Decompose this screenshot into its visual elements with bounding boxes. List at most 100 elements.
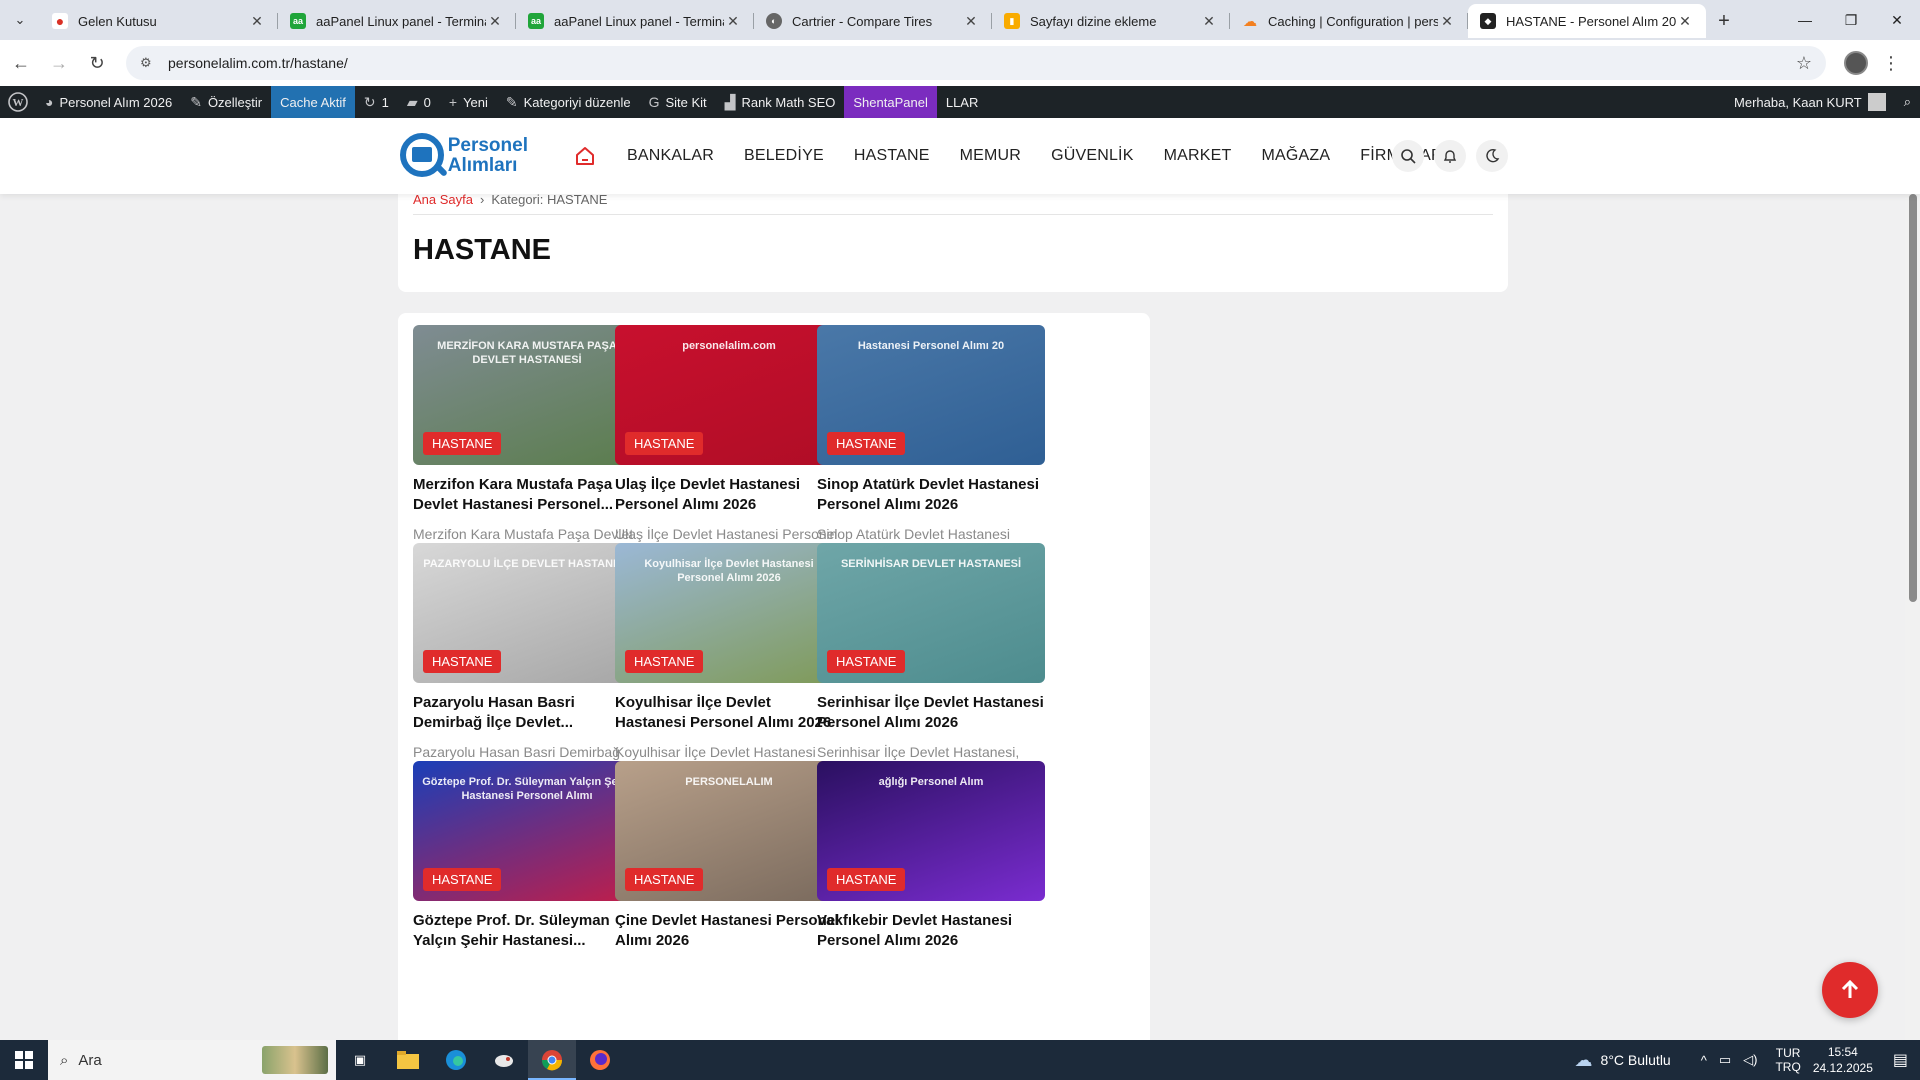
- url-text[interactable]: personelalim.com.tr/hastane/: [168, 55, 1796, 71]
- back-arrow-icon[interactable]: ←: [4, 46, 38, 80]
- browser-tab[interactable]: ● Gelen Kutusu ✕: [40, 4, 278, 38]
- scroll-to-top-button[interactable]: [1822, 962, 1878, 1018]
- post-thumbnail[interactable]: ağlığı Personel Alım HASTANE: [817, 761, 1045, 901]
- post-card[interactable]: Göztepe Prof. Dr. Süleyman Yalçın Şehir …: [413, 761, 641, 951]
- post-thumbnail[interactable]: Hastanesi Personel Alımı 20 HASTANE: [817, 325, 1045, 465]
- post-card[interactable]: Hastanesi Personel Alımı 20 HASTANE Sinop …: [817, 325, 1045, 563]
- site-logo[interactable]: Personel Alımları: [398, 130, 528, 182]
- browser-tab[interactable]: ☁ Caching | Configuration | perso ✕: [1230, 4, 1468, 38]
- notification-center-icon[interactable]: ▤: [1893, 1050, 1908, 1070]
- tab-close-icon[interactable]: ✕: [1438, 13, 1456, 30]
- category-badge[interactable]: HASTANE: [625, 868, 704, 891]
- adminbar-new[interactable]: + Yeni: [440, 86, 497, 118]
- post-thumbnail[interactable]: Koyulhisar İlçe Devlet Hastanesi Persone…: [615, 543, 843, 683]
- tab-search-chevron-icon[interactable]: ⌄: [0, 0, 40, 40]
- nav-item-guvenlik[interactable]: GÜVENLİK: [1036, 147, 1149, 165]
- post-card[interactable]: PAZARYOLU İLÇE DEVLET HASTANESİ HASTANE Pa…: [413, 543, 641, 781]
- page-scrollbar[interactable]: [1905, 194, 1920, 1040]
- post-thumbnail[interactable]: SERİNHİSAR DEVLET HASTANESİ HASTANE: [817, 543, 1045, 683]
- post-thumbnail[interactable]: MERZİFON KARA MUSTAFA PAŞA DEVLET HASTAN…: [413, 325, 641, 465]
- adminbar-edit-category[interactable]: ✎ Kategoriyi düzenle: [497, 86, 640, 118]
- category-badge[interactable]: HASTANE: [827, 650, 906, 673]
- forward-arrow-icon[interactable]: →: [42, 46, 76, 80]
- post-thumbnail[interactable]: PAZARYOLU İLÇE DEVLET HASTANESİ HASTANE: [413, 543, 641, 683]
- post-title[interactable]: Serinhisar İlçe Devlet Hastanesi Persone…: [817, 693, 1045, 733]
- nav-item-belediye[interactable]: BELEDİYE: [729, 147, 839, 165]
- post-title[interactable]: Göztepe Prof. Dr. Süleyman Yalçın Şehir …: [413, 911, 641, 951]
- taskbar-clock[interactable]: 15:54 24.12.2025: [1813, 1044, 1873, 1076]
- omnibox[interactable]: ⚙ personelalim.com.tr/hastane/ ☆: [126, 46, 1826, 80]
- browser-tab[interactable]: aa aaPanel Linux panel - Terminal ✕: [278, 4, 516, 38]
- category-badge[interactable]: HASTANE: [827, 868, 906, 891]
- post-thumbnail[interactable]: personelalim.com HASTANE: [615, 325, 843, 465]
- adminbar-cache-status[interactable]: Cache Aktif: [271, 86, 355, 118]
- post-card[interactable]: ağlığı Personel Alım HASTANE Vakfıkebir De…: [817, 761, 1045, 951]
- tab-close-icon[interactable]: ✕: [1200, 13, 1218, 30]
- browser-tab-active[interactable]: ◆ HASTANE - Personel Alım 2026 ✕: [1468, 4, 1706, 38]
- tab-close-icon[interactable]: ✕: [962, 13, 980, 30]
- restore-icon[interactable]: ❐: [1828, 0, 1874, 40]
- home-icon[interactable]: [570, 141, 600, 171]
- category-badge[interactable]: HASTANE: [625, 432, 704, 455]
- firefox-browser-icon[interactable]: [576, 1040, 624, 1080]
- new-tab-plus-icon[interactable]: +: [1706, 4, 1742, 38]
- browser-tab[interactable]: ◐ Cartrier - Compare Tires ✕: [754, 4, 992, 38]
- adminbar-site-kit[interactable]: G Site Kit: [640, 86, 716, 118]
- site-info-icon[interactable]: ⚙: [140, 55, 162, 71]
- nav-item-memur[interactable]: MEMUR: [945, 147, 1036, 165]
- browser-menu-icon[interactable]: ⋮: [1882, 53, 1900, 74]
- chrome-browser-icon[interactable]: [528, 1040, 576, 1080]
- edge-browser-icon[interactable]: [432, 1040, 480, 1080]
- input-language[interactable]: TUR TRQ: [1775, 1046, 1800, 1074]
- post-title[interactable]: Çine Devlet Hastanesi Personel Alımı 202…: [615, 911, 843, 951]
- post-card[interactable]: PERSONELALIM HASTANE Çine Devlet Hastanesi…: [615, 761, 843, 951]
- adminbar-search-icon[interactable]: ⌕: [1895, 86, 1920, 118]
- reload-icon[interactable]: ↻: [80, 46, 114, 80]
- minimize-icon[interactable]: —: [1782, 0, 1828, 40]
- scrollbar-thumb[interactable]: [1909, 194, 1917, 602]
- task-view-icon[interactable]: ▣: [336, 1040, 384, 1080]
- post-card[interactable]: MERZİFON KARA MUSTAFA PAŞA DEVLET HASTAN…: [413, 325, 641, 563]
- adminbar-rank-math[interactable]: ▟ Rank Math SEO: [716, 86, 845, 118]
- post-title[interactable]: Pazaryolu Hasan Basri Demirbağ İlçe Devl…: [413, 693, 641, 733]
- post-card[interactable]: personelalim.com HASTANE Ulaş İlçe Devlet …: [615, 325, 843, 563]
- post-card[interactable]: SERİNHİSAR DEVLET HASTANESİ HASTANE Serinh…: [817, 543, 1045, 781]
- category-badge[interactable]: HASTANE: [423, 650, 502, 673]
- breadcrumb-home-link[interactable]: Ana Sayfa: [413, 194, 473, 207]
- taskbar-search-box[interactable]: ⌕ Ara: [48, 1040, 336, 1080]
- post-title[interactable]: Koyulhisar İlçe Devlet Hastanesi Persone…: [615, 693, 843, 733]
- search-icon[interactable]: [1392, 140, 1424, 172]
- tab-close-icon[interactable]: ✕: [248, 13, 266, 30]
- windows-start-icon[interactable]: [0, 1040, 48, 1080]
- adminbar-shentapanel[interactable]: ShentaPanel: [844, 86, 937, 118]
- nav-item-hastane[interactable]: HASTANE: [839, 147, 945, 165]
- category-badge[interactable]: HASTANE: [423, 868, 502, 891]
- close-window-icon[interactable]: ✕: [1874, 0, 1920, 40]
- dark-mode-moon-icon[interactable]: [1476, 140, 1508, 172]
- category-badge[interactable]: HASTANE: [827, 432, 906, 455]
- category-badge[interactable]: HASTANE: [625, 650, 704, 673]
- nav-item-bankalar[interactable]: BANKALAR: [612, 147, 729, 165]
- profile-avatar-icon[interactable]: [1844, 51, 1868, 75]
- post-thumbnail[interactable]: PERSONELALIM HASTANE: [615, 761, 843, 901]
- tray-chevron-up-icon[interactable]: ^: [1701, 1053, 1707, 1068]
- adminbar-llar[interactable]: LLAR: [937, 86, 988, 118]
- network-icon[interactable]: ▭: [1719, 1052, 1731, 1068]
- post-title[interactable]: Vakfıkebir Devlet Hastanesi Personel Alı…: [817, 911, 1045, 951]
- post-thumbnail[interactable]: Göztepe Prof. Dr. Süleyman Yalçın Şehir …: [413, 761, 641, 901]
- post-card[interactable]: Koyulhisar İlçe Devlet Hastanesi Persone…: [615, 543, 843, 781]
- weather-widget[interactable]: ☁ 8°C Bulutlu: [1575, 1050, 1671, 1071]
- adminbar-site-name[interactable]: ◕ Personel Alım 2026: [36, 86, 181, 118]
- adminbar-account[interactable]: Merhaba, Kaan KURT: [1725, 86, 1895, 118]
- notification-bell-icon[interactable]: [1434, 140, 1466, 172]
- post-title[interactable]: Ulaş İlçe Devlet Hastanesi Personel Alım…: [615, 475, 843, 515]
- adminbar-updates[interactable]: ↻ 1: [355, 86, 398, 118]
- adminbar-customize[interactable]: ✎ Özelleştir: [181, 86, 271, 118]
- tab-close-icon[interactable]: ✕: [724, 13, 742, 30]
- post-title[interactable]: Sinop Atatürk Devlet Hastanesi Personel …: [817, 475, 1045, 515]
- tab-close-icon[interactable]: ✕: [486, 13, 504, 30]
- category-badge[interactable]: HASTANE: [423, 432, 502, 455]
- tab-close-icon[interactable]: ✕: [1676, 13, 1694, 30]
- volume-icon[interactable]: ◁): [1743, 1052, 1757, 1068]
- post-title[interactable]: Merzifon Kara Mustafa Paşa Devlet Hastan…: [413, 475, 641, 515]
